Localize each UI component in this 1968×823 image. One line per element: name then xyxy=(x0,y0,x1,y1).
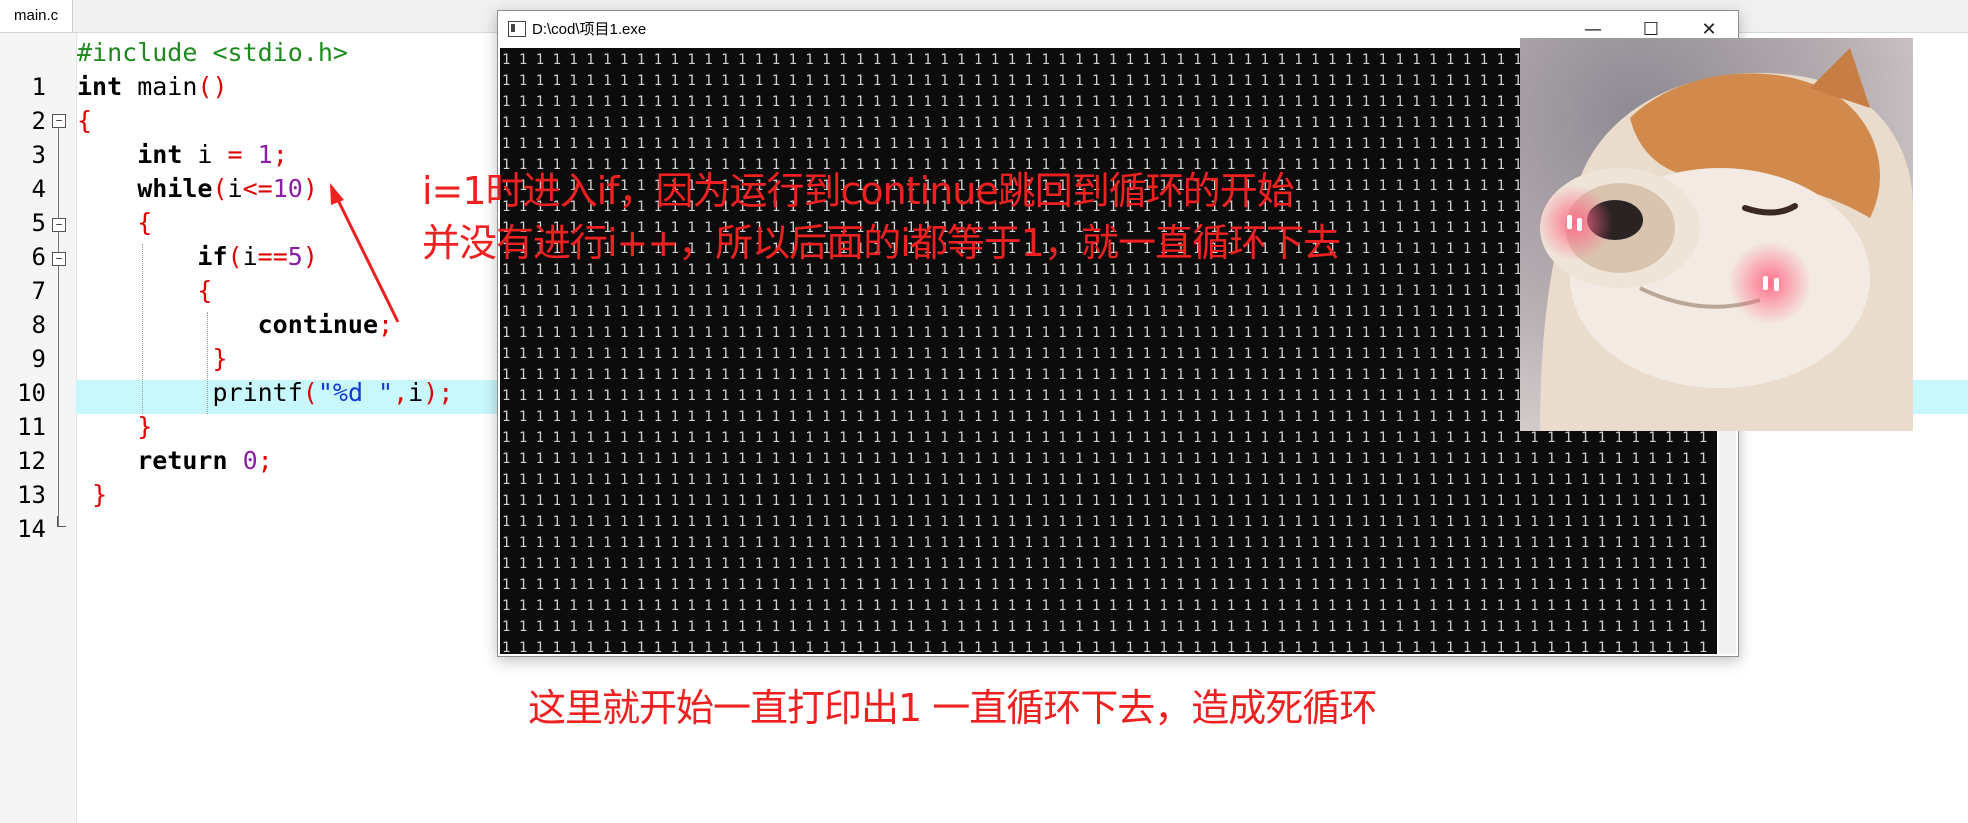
code-line-2[interactable]: int main() xyxy=(77,72,228,101)
code-line-8[interactable]: { xyxy=(77,276,212,305)
symbol: <= xyxy=(242,174,273,203)
code-line-3[interactable]: { xyxy=(77,106,92,135)
symbol: = xyxy=(227,140,243,169)
symbol: ( xyxy=(227,242,243,271)
line-number: 4 xyxy=(31,175,46,203)
symbol: == xyxy=(257,242,288,271)
annotation-top-line-1: i=1时进入if，因为运行到continue跳回到循环的开始 xyxy=(422,169,1295,213)
number: 10 xyxy=(272,174,303,203)
symbol: { xyxy=(77,106,93,135)
symbol: { xyxy=(137,208,153,237)
code-line-14[interactable]: } xyxy=(77,480,107,509)
code-line-4[interactable]: int i = 1; xyxy=(77,140,288,169)
line-number: 14 xyxy=(17,515,46,543)
line-number: 3 xyxy=(31,141,46,169)
code-line-6[interactable]: { xyxy=(77,208,152,237)
line-number: 13 xyxy=(17,481,46,509)
number: 5 xyxy=(287,242,303,271)
fold-guide xyxy=(58,266,59,526)
code-line-10[interactable]: } xyxy=(77,344,228,373)
symbol: () xyxy=(197,72,228,101)
preprocessor-directive: #include <stdio.h> xyxy=(77,38,348,67)
symbol: ( xyxy=(212,174,228,203)
annotation-top-line-2: 并没有进行i++，所以后面的i都等于1，就一直循环下去 xyxy=(422,221,1341,265)
line-number-gutter: 1 2 3 4 5 6 7 8 9 10 11 12 13 14 − − − xyxy=(0,33,77,823)
symbol: ; xyxy=(378,310,394,339)
symbol: ); xyxy=(423,378,454,407)
code-line-11[interactable]: printf("%d ",i); xyxy=(77,378,453,407)
number: 1 xyxy=(242,140,273,169)
number: 0 xyxy=(227,446,258,475)
keyword: continue xyxy=(257,310,379,339)
line-number: 11 xyxy=(17,413,46,441)
symbol: { xyxy=(197,276,213,305)
keyword: if xyxy=(197,242,228,271)
line-number: 9 xyxy=(31,345,46,373)
identifier: i xyxy=(227,174,243,203)
line-number: 8 xyxy=(31,311,46,339)
fold-guide xyxy=(58,128,59,218)
identifier: i xyxy=(408,378,424,407)
code-line-7[interactable]: if(i==5) xyxy=(77,242,318,271)
line-number: 10 xyxy=(17,379,46,407)
identifier: i xyxy=(242,242,258,271)
fold-toggle-icon[interactable]: − xyxy=(52,252,66,266)
code-line-9[interactable]: continue; xyxy=(77,310,393,339)
line-number: 1 xyxy=(31,73,46,101)
keyword: int xyxy=(77,72,123,101)
line-number: 5 xyxy=(31,209,46,237)
shiba-dog-blushing-icon xyxy=(1520,38,1913,431)
code-line-5[interactable]: while(i<=10) xyxy=(77,174,318,203)
symbol: , xyxy=(393,378,409,407)
fold-toggle-icon[interactable]: − xyxy=(52,114,66,128)
line-number: 6 xyxy=(31,243,46,271)
symbol: ) xyxy=(302,174,318,203)
identifier: printf xyxy=(212,378,303,407)
symbol: ; xyxy=(272,140,288,169)
line-number: 2 xyxy=(31,107,46,135)
symbol: ) xyxy=(302,242,318,271)
fold-guide xyxy=(58,232,59,252)
code-line-13[interactable]: return 0; xyxy=(77,446,273,475)
annotation-bottom: 这里就开始一直打印出1 一直循环下去，造成死循环 xyxy=(528,686,1377,730)
code-line-12[interactable]: } xyxy=(77,412,152,441)
keyword: return xyxy=(137,446,228,475)
fold-toggle-icon[interactable]: − xyxy=(52,218,66,232)
console-title: D:\cod\项目1.exe xyxy=(532,21,647,38)
symbol: ; xyxy=(257,446,273,475)
tab-main-c[interactable]: main.c xyxy=(0,0,74,32)
fold-end-icon xyxy=(57,516,66,527)
identifier: main xyxy=(122,72,198,101)
line-number: 12 xyxy=(17,447,46,475)
symbol: } xyxy=(92,480,108,509)
keyword: int xyxy=(137,140,183,169)
string-literal: "%d " xyxy=(317,378,394,407)
console-app-icon xyxy=(508,21,526,37)
symbol: } xyxy=(212,344,228,373)
symbol: ( xyxy=(302,378,318,407)
line-number: 7 xyxy=(31,277,46,305)
identifier: i xyxy=(182,140,228,169)
symbol: } xyxy=(137,412,153,441)
keyword: while xyxy=(137,174,213,203)
code-line-1[interactable]: #include <stdio.h> xyxy=(77,38,348,67)
meme-image xyxy=(1520,38,1913,431)
